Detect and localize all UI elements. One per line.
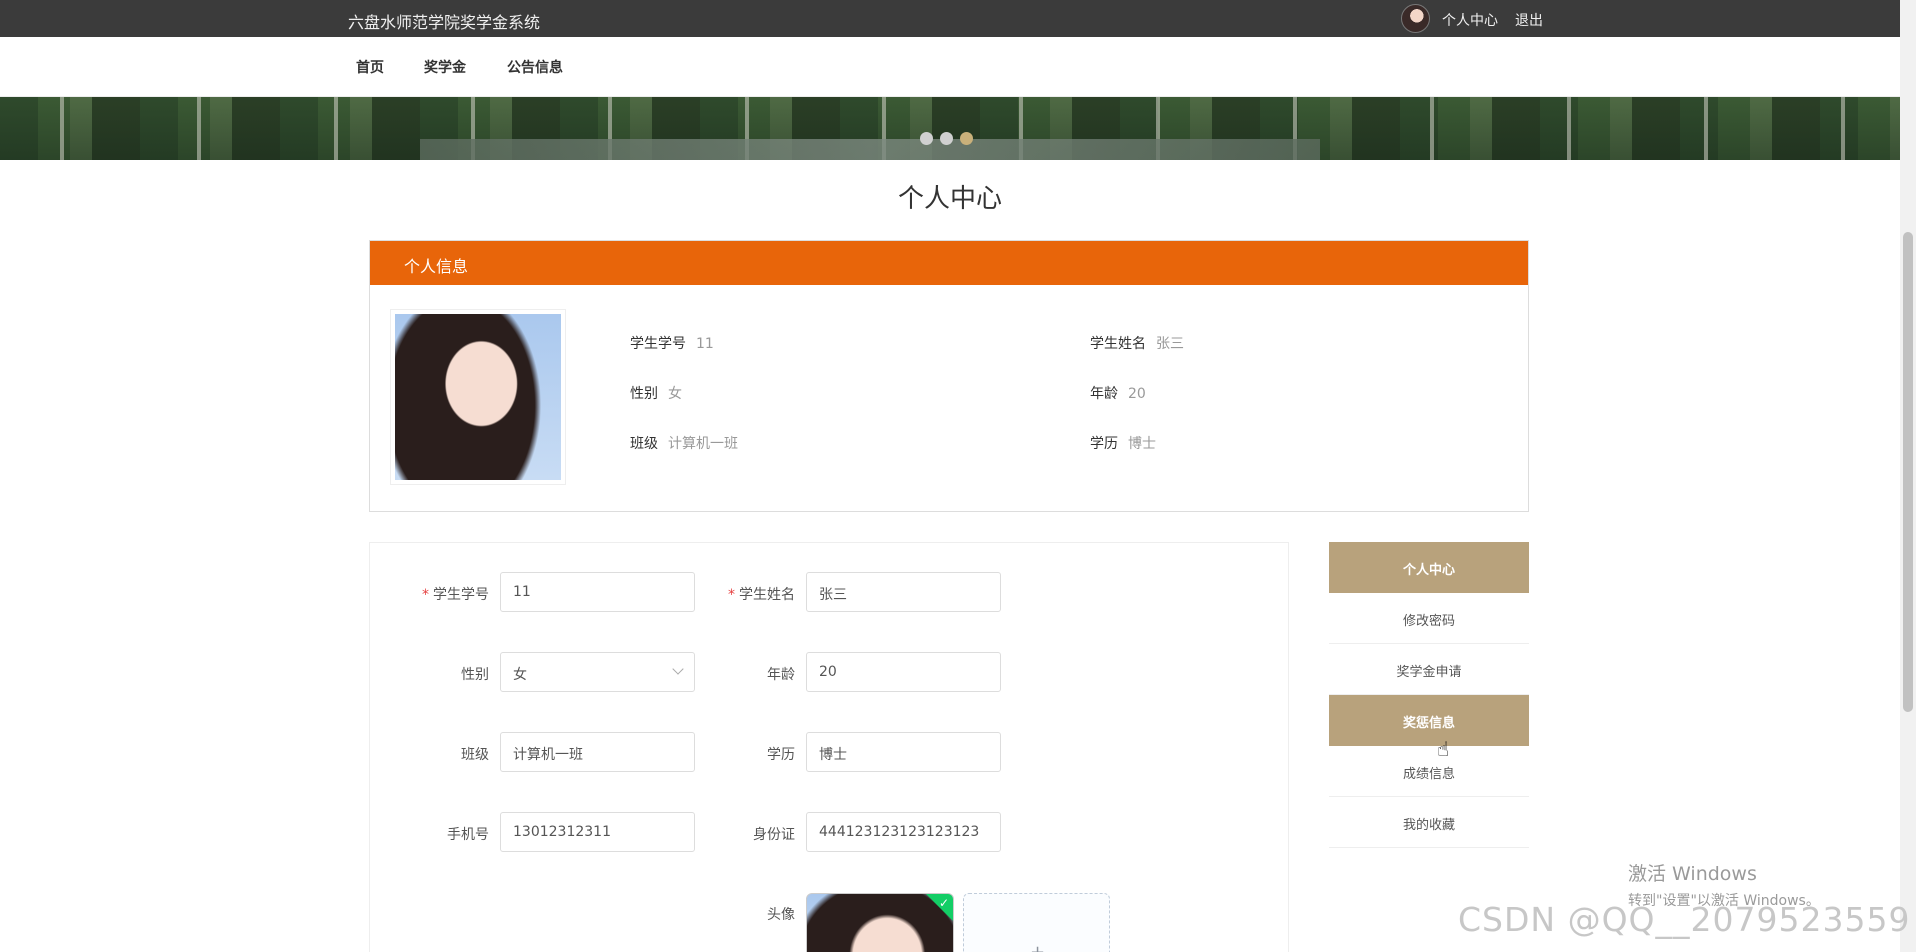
avatar-upload-button[interactable]: +	[963, 893, 1110, 952]
required-mark: *	[422, 587, 429, 603]
personal-info-header: 个人信息	[370, 241, 1528, 285]
student-no-label-text: 学生学号	[433, 587, 489, 603]
nav-item-scholarship[interactable]: 奖学金	[424, 57, 466, 77]
profile-photo-image	[395, 314, 561, 480]
info-student-name: 学生姓名 张三	[1090, 333, 1184, 353]
info-value: 博士	[1128, 436, 1156, 452]
info-class: 班级 计算机一班	[630, 433, 738, 453]
top-bar: 六盘水师范学院奖学金系统 个人中心 退出	[0, 0, 1900, 37]
gender-label: 性别	[461, 667, 489, 683]
side-menu-rewards[interactable]: 奖惩信息	[1329, 695, 1529, 746]
plus-icon: +	[1030, 942, 1045, 952]
personal-info-panel: 个人信息 学生学号 11 学生姓名 张三 性别女 年龄 20 班级 计算机一班 学历 博士	[369, 240, 1529, 512]
id-card-input[interactable]: 444123123123123123	[806, 812, 1001, 852]
scrollbar-thumb[interactable]	[1903, 232, 1913, 712]
info-age: 年龄 20	[1090, 383, 1146, 403]
info-label: 学历	[1090, 436, 1118, 452]
banner-road	[420, 139, 1320, 160]
check-icon: ✓	[938, 896, 949, 910]
info-education: 学历 博士	[1090, 433, 1156, 453]
education-input[interactable]: 博士	[806, 732, 1001, 772]
user-center-link[interactable]: 个人中心	[1442, 10, 1498, 30]
csdn-watermark: CSDN @QQ__2079523559	[1458, 900, 1911, 939]
logout-link[interactable]: 退出	[1515, 10, 1543, 30]
nav-item-home[interactable]: 首页	[356, 57, 384, 77]
side-menu-grades[interactable]: 成绩信息	[1329, 746, 1529, 797]
gender-select[interactable]: 女	[500, 652, 695, 692]
user-avatar[interactable]	[1401, 4, 1430, 33]
student-name-label: * 学生姓名	[695, 584, 795, 604]
info-value: 女	[668, 386, 682, 402]
gender-select-value: 女	[513, 667, 527, 683]
age-input[interactable]: 20	[806, 652, 1001, 692]
phone-label: 手机号	[447, 827, 489, 843]
info-value: 计算机一班	[668, 436, 738, 452]
watermark-line-1: 激活 Windows	[1628, 863, 1757, 885]
info-student-no: 学生学号 11	[630, 333, 714, 353]
carousel-dot-1[interactable]	[920, 132, 933, 145]
side-menu-favorites[interactable]: 我的收藏	[1329, 797, 1529, 848]
info-label: 学生姓名	[1090, 336, 1146, 352]
phone-input[interactable]: 13012312311	[500, 812, 695, 852]
student-no-label: * 学生学号	[389, 584, 489, 604]
hand-cursor-icon: ☝	[1437, 737, 1450, 761]
carousel-dot-3[interactable]	[960, 132, 973, 145]
page-title: 个人中心	[897, 184, 1002, 214]
site-title: 六盘水师范学院奖学金系统	[348, 13, 541, 32]
info-value: 20	[1128, 386, 1146, 402]
info-gender: 性别女	[630, 383, 682, 403]
nav-item-notices[interactable]: 公告信息	[507, 57, 563, 77]
side-menu-change-password[interactable]: 修改密码	[1329, 593, 1529, 644]
profile-photo	[390, 309, 566, 485]
info-label: 学生学号	[630, 336, 686, 352]
student-name-input[interactable]: 张三	[806, 572, 1001, 612]
side-menu-scholarship-apply[interactable]: 奖学金申请	[1329, 644, 1529, 695]
main-nav: 首页 奖学金 公告信息	[0, 37, 1900, 97]
avatar-uploaded-image[interactable]: ✓	[806, 893, 954, 952]
student-name-label-text: 学生姓名	[739, 587, 795, 603]
id-card-label: 身份证	[753, 827, 795, 843]
chevron-down-icon	[672, 663, 684, 675]
avatar-label: 头像	[767, 907, 795, 923]
age-label: 年龄	[767, 667, 795, 683]
education-label: 学历	[767, 747, 795, 763]
banner-carousel[interactable]	[0, 97, 1900, 160]
class-label: 班级	[461, 747, 489, 763]
student-no-input[interactable]: 11	[500, 572, 695, 612]
page: 六盘水师范学院奖学金系统 个人中心 退出 首页 奖学金 公告信息 个人中心 个人…	[0, 0, 1916, 952]
side-menu-profile[interactable]: 个人中心	[1329, 542, 1529, 593]
info-label: 年龄	[1090, 386, 1118, 402]
info-value: 张三	[1156, 336, 1184, 352]
info-value: 11	[696, 336, 714, 352]
class-input[interactable]: 计算机一班	[500, 732, 695, 772]
info-label: 班级	[630, 436, 658, 452]
page-scrollbar[interactable]	[1900, 0, 1916, 952]
info-label: 性别	[630, 386, 658, 402]
carousel-dot-2[interactable]	[940, 132, 953, 145]
required-mark: *	[728, 587, 735, 603]
